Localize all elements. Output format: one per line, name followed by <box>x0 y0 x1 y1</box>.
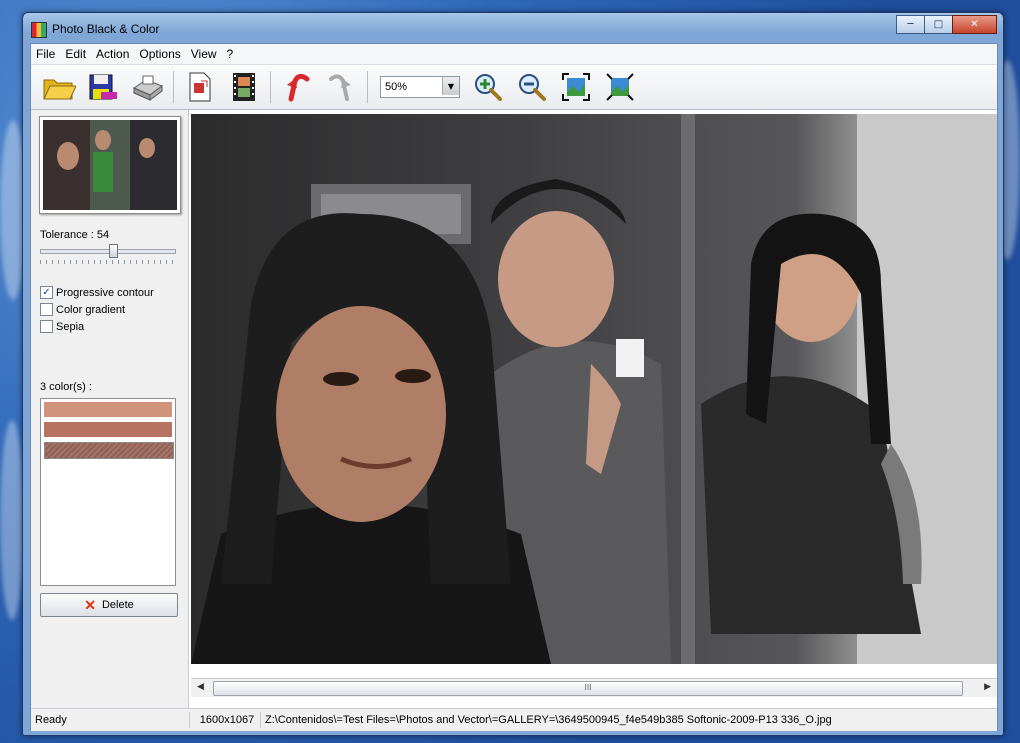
image-export-icon <box>189 72 211 102</box>
minimize-button[interactable]: ─ <box>896 15 925 34</box>
color-swatch-2[interactable] <box>44 422 172 437</box>
maximize-icon: □ <box>933 19 944 30</box>
sepia-checkbox[interactable] <box>40 320 53 333</box>
status-dimensions: 1600x1067 <box>190 712 261 728</box>
photo-view[interactable] <box>191 114 997 664</box>
undo-icon <box>287 73 310 102</box>
toolbar-separator <box>367 71 368 103</box>
scroll-left-icon[interactable]: ◀ <box>197 682 204 692</box>
scrollbar-thumb[interactable]: III <box>213 681 963 696</box>
redo-button[interactable] <box>323 69 359 105</box>
zoom-select[interactable]: 50% ▼ <box>380 76 460 98</box>
status-state: Ready <box>31 712 190 728</box>
open-button[interactable] <box>41 69 77 105</box>
image-canvas[interactable]: ◀ III ▶ <box>189 110 997 708</box>
sepia-label: Sepia <box>56 320 85 333</box>
photo-image <box>191 114 997 664</box>
image-export-button[interactable] <box>182 69 218 105</box>
progressive-contour-checkbox[interactable]: ✓ <box>40 286 53 299</box>
app-icon <box>31 22 47 38</box>
color-swatch-3[interactable] <box>44 442 174 459</box>
delete-button[interactable]: ✕ Delete <box>40 593 178 617</box>
color-swatch-1[interactable] <box>44 402 172 417</box>
desktop-frost <box>0 420 24 620</box>
actual-size-button[interactable] <box>602 69 638 105</box>
horizontal-scrollbar[interactable]: ◀ III ▶ <box>191 678 997 697</box>
delete-label: Delete <box>101 599 134 611</box>
zoom-value: 50% <box>385 81 408 93</box>
client-area: File Edit Action Options View ? 50% ▼ To… <box>30 43 998 731</box>
minimize-icon: ─ <box>907 19 914 30</box>
color-gradient-option[interactable]: Color gradient <box>40 303 125 316</box>
progressive-contour-option[interactable]: ✓ Progressive contour <box>40 286 154 299</box>
thumbnail-preview[interactable] <box>39 116 181 214</box>
menu-file[interactable]: File <box>31 47 60 61</box>
color-gradient-label: Color gradient <box>56 303 126 316</box>
zoom-in-button[interactable] <box>470 69 506 105</box>
toolbar-separator <box>270 71 271 103</box>
zoom-out-icon <box>519 74 546 101</box>
undo-button[interactable] <box>279 69 315 105</box>
zoom-out-button[interactable] <box>514 69 550 105</box>
menu-bar: File Edit Action Options View ? <box>31 44 997 65</box>
close-button[interactable]: ✕ <box>952 15 997 34</box>
scroll-right-icon[interactable]: ▶ <box>984 682 991 692</box>
delete-icon: ✕ <box>84 596 96 613</box>
toolbar: 50% ▼ <box>31 65 997 110</box>
fit-window-button[interactable] <box>558 69 594 105</box>
chevron-down-icon[interactable]: ▼ <box>442 77 459 95</box>
menu-action[interactable]: Action <box>91 47 134 61</box>
window-title: Photo Black & Color <box>52 22 160 36</box>
thumbnail-image <box>43 120 177 210</box>
zoom-in-icon <box>475 74 502 101</box>
menu-options[interactable]: Options <box>134 47 185 61</box>
fit-to-window-icon <box>562 73 590 101</box>
open-folder-icon <box>43 79 76 100</box>
app-window: Photo Black & Color ─ □ ✕ File Edit Acti… <box>22 12 1004 736</box>
print-icon <box>132 75 164 101</box>
save-button[interactable] <box>85 69 121 105</box>
toolbar-separator <box>173 71 174 103</box>
filmstrip-icon <box>233 73 255 101</box>
redo-icon <box>329 74 351 101</box>
progressive-contour-label: Progressive contour <box>56 286 154 299</box>
color-gradient-checkbox[interactable] <box>40 303 53 316</box>
slider-ticks <box>40 260 176 264</box>
tolerance-slider-thumb[interactable] <box>108 244 118 258</box>
save-icon <box>89 74 117 100</box>
color-list[interactable] <box>40 398 176 586</box>
maximize-button[interactable]: □ <box>924 15 953 34</box>
print-button[interactable] <box>129 69 165 105</box>
menu-edit[interactable]: Edit <box>60 47 91 61</box>
actual-size-icon <box>606 73 634 101</box>
colors-count-label: 3 color(s) : <box>40 381 92 393</box>
tolerance-label: Tolerance : 54 <box>40 229 110 241</box>
status-bar: Ready 1600x1067 Z:\Contenidos\=Test File… <box>31 708 997 731</box>
menu-help[interactable]: ? <box>222 47 239 61</box>
sepia-option[interactable]: Sepia <box>40 320 84 333</box>
title-bar[interactable]: Photo Black & Color ─ □ ✕ <box>23 13 1003 41</box>
menu-view[interactable]: View <box>186 47 222 61</box>
close-icon: ✕ <box>970 19 979 30</box>
side-panel: Tolerance : 54 ✓ Progressive contour Col… <box>31 110 189 708</box>
filmstrip-button[interactable] <box>226 69 262 105</box>
status-file-path: Z:\Contenidos\=Test Files=\Photos and Ve… <box>265 714 832 726</box>
